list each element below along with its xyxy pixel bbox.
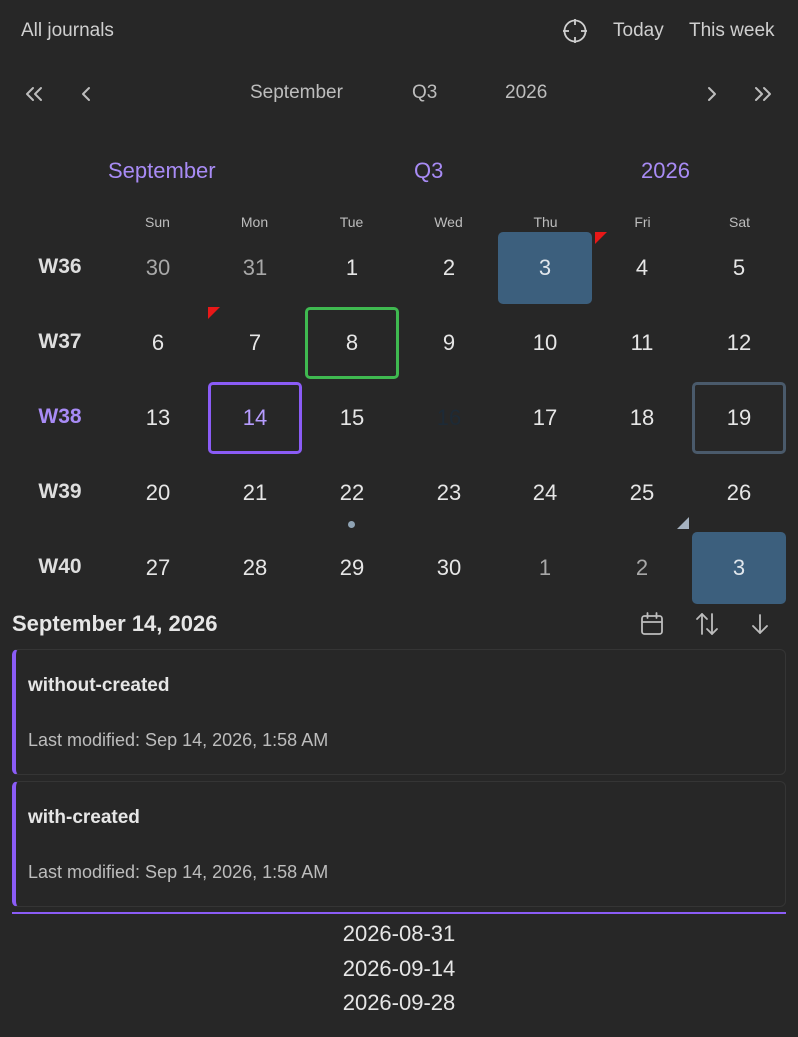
day-cell-has-note[interactable]: 3 xyxy=(692,532,786,604)
nav-month[interactable]: September xyxy=(250,82,343,104)
header-quarter[interactable]: Q3 xyxy=(414,158,443,184)
note-card[interactable]: with-created Last modified: Sep 14, 2026… xyxy=(12,781,786,907)
day-cell[interactable]: 15 xyxy=(305,382,399,454)
note-title: with-created xyxy=(28,807,140,828)
nav-year[interactable]: 2026 xyxy=(505,82,547,104)
weekday-wed: Wed xyxy=(434,214,463,230)
flag-marker xyxy=(208,307,220,319)
day-cell[interactable]: 12 xyxy=(692,307,786,379)
weekday-sat: Sat xyxy=(728,214,750,230)
note-title: without-created xyxy=(28,675,170,696)
week-label[interactable]: W39 xyxy=(12,480,108,504)
header-year[interactable]: 2026 xyxy=(641,158,690,184)
header-month[interactable]: September xyxy=(108,158,216,184)
crosshair-icon[interactable] xyxy=(562,18,588,44)
week-label[interactable]: W40 xyxy=(12,555,108,579)
day-cell[interactable]: 6 xyxy=(111,307,205,379)
day-cell[interactable]: 1 xyxy=(305,232,399,304)
calendar-header: September Q3 2026 xyxy=(0,158,798,188)
corner-marker xyxy=(677,517,689,529)
day-cell[interactable]: 10 xyxy=(498,307,592,379)
day-cell[interactable]: 21 xyxy=(208,457,302,529)
day-cell[interactable]: 27 xyxy=(111,532,205,604)
weekday-thu: Thu xyxy=(533,214,558,230)
date-list-item[interactable]: 2026-08-31 xyxy=(0,921,798,947)
weekday-mon: Mon xyxy=(240,214,269,230)
day-cell[interactable]: 28 xyxy=(208,532,302,604)
weekday-sun: Sun xyxy=(145,214,170,230)
selected-date-title: September 14, 2026 xyxy=(12,611,218,636)
calendar-icon[interactable] xyxy=(638,610,666,638)
day-cell[interactable]: 13 xyxy=(111,382,205,454)
top-toolbar: All journals Today This week xyxy=(0,0,798,62)
chevrons-right-icon[interactable] xyxy=(751,82,775,106)
period-navigation: September Q3 2026 xyxy=(0,74,798,114)
day-cell[interactable]: 30 xyxy=(111,232,205,304)
arrow-down-icon[interactable] xyxy=(746,610,774,638)
day-cell[interactable]: 22 xyxy=(305,457,399,529)
chevron-right-icon[interactable] xyxy=(700,82,724,106)
day-cell[interactable]: 2 xyxy=(595,532,689,604)
day-cell[interactable]: 30 xyxy=(402,532,496,604)
weekday-tue: Tue xyxy=(339,214,364,230)
week-label[interactable]: W36 xyxy=(12,255,108,279)
week-label[interactable]: W37 xyxy=(12,330,108,354)
this-week-button[interactable]: This week xyxy=(689,20,775,42)
day-cell[interactable]: 16 xyxy=(402,382,496,454)
day-cell[interactable]: 4 xyxy=(595,232,689,304)
day-cell[interactable]: 9 xyxy=(402,307,496,379)
day-cell[interactable]: 31 xyxy=(208,232,302,304)
all-journals-button[interactable]: All journals xyxy=(21,20,114,42)
day-cell[interactable]: 23 xyxy=(402,457,496,529)
note-modified: Last modified: Sep 14, 2026, 1:58 AM xyxy=(28,730,329,750)
day-cell[interactable]: 26 xyxy=(692,457,786,529)
day-cell[interactable]: 1 xyxy=(498,532,592,604)
day-cell-selected[interactable]: 14 xyxy=(208,382,302,454)
day-cell-outlined[interactable]: 19 xyxy=(692,382,786,454)
note-card[interactable]: without-created Last modified: Sep 14, 2… xyxy=(12,649,786,775)
chevron-left-icon[interactable] xyxy=(74,82,98,106)
sort-icon[interactable] xyxy=(693,610,721,638)
day-cell[interactable]: 11 xyxy=(595,307,689,379)
day-cell-has-note[interactable]: 3 xyxy=(498,232,592,304)
weekday-fri: Fri xyxy=(634,214,651,230)
nav-quarter[interactable]: Q3 xyxy=(412,82,437,104)
today-button[interactable]: Today xyxy=(613,20,664,42)
day-cell[interactable]: 20 xyxy=(111,457,205,529)
day-cell[interactable]: 24 xyxy=(498,457,592,529)
day-cell[interactable]: 7 xyxy=(208,307,302,379)
day-cell[interactable]: 25 xyxy=(595,457,689,529)
section-divider xyxy=(12,912,786,914)
flag-marker xyxy=(595,232,607,244)
day-cell[interactable]: 29 xyxy=(305,532,399,604)
note-dot xyxy=(348,521,355,528)
week-label-current[interactable]: W38 xyxy=(12,405,108,429)
day-cell[interactable]: 2 xyxy=(402,232,496,304)
note-modified: Last modified: Sep 14, 2026, 1:58 AM xyxy=(28,862,329,882)
day-cell[interactable]: 18 xyxy=(595,382,689,454)
day-cell-today[interactable]: 8 xyxy=(305,307,399,379)
day-cell[interactable]: 17 xyxy=(498,382,592,454)
chevrons-left-icon[interactable] xyxy=(22,82,46,106)
day-cell[interactable]: 5 xyxy=(692,232,786,304)
date-list-item[interactable]: 2026-09-28 xyxy=(0,990,798,1016)
date-list-item[interactable]: 2026-09-14 xyxy=(0,956,798,982)
